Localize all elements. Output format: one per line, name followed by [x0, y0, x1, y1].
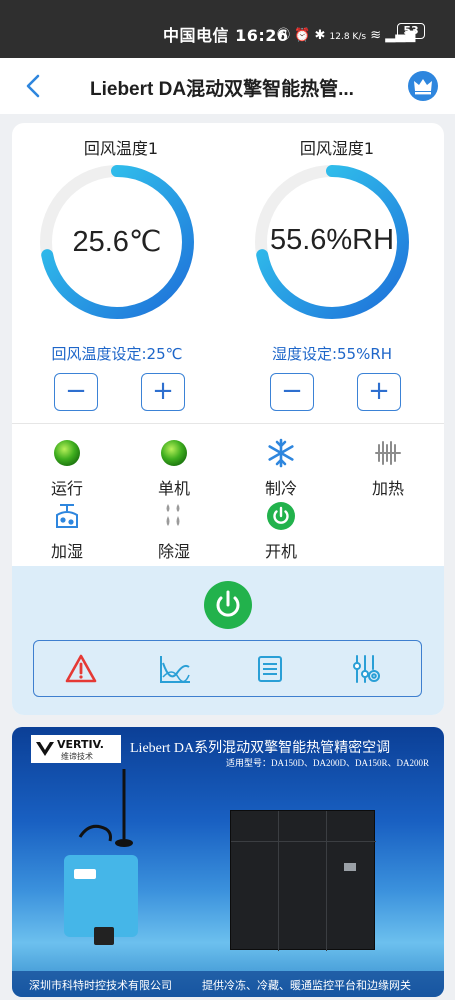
- status-label: 加热: [371, 479, 404, 498]
- status-label: 开机: [264, 542, 297, 561]
- banner-footer: 深圳市科特时控技术有限公司 提供冷冻、冷藏、暖通监控平台和边缘网关: [12, 971, 444, 997]
- power-icon: [216, 590, 240, 617]
- product-banner[interactable]: VERTIV. 维谛技术 Liebert DA系列混动双擎智能热管精密空调 适用…: [12, 727, 444, 997]
- status-humidifying: 加湿: [27, 501, 107, 562]
- list-button[interactable]: [253, 653, 287, 685]
- alarm-button[interactable]: [64, 653, 98, 685]
- status-label: 单机: [157, 479, 190, 498]
- humidity-increase-button[interactable]: +: [357, 373, 401, 411]
- app-header: Liebert DA混动双擎智能热管...: [0, 58, 455, 114]
- status-label: 制冷: [264, 479, 297, 498]
- list-icon: [258, 656, 282, 682]
- page-title: Liebert DA混动双擎智能热管...: [90, 79, 354, 100]
- bluetooth-icon: ✱: [314, 28, 326, 43]
- company-name: 深圳市科特时控技术有限公司: [29, 980, 172, 992]
- dehumidify-icon: [166, 504, 180, 526]
- status-icons: Ⓝ ⏰ ✱ 12.8 K/s ≋ ▂▄▆: [277, 24, 415, 43]
- divider: [12, 423, 444, 424]
- settings-icon: [353, 655, 380, 683]
- wifi-icon: ≋: [370, 28, 382, 43]
- chart-button[interactable]: [158, 653, 192, 685]
- temp-increase-button[interactable]: +: [141, 373, 185, 411]
- status-running: 运行: [27, 438, 107, 499]
- crown-icon: [414, 79, 432, 95]
- banner-title: Liebert DA系列混动双擎智能热管精密空调: [130, 741, 391, 756]
- company-slogan: 提供冷冻、冷藏、暖通监控平台和边缘网关: [202, 980, 411, 992]
- snowflake-icon: [268, 438, 294, 468]
- chevron-left-icon: [26, 74, 40, 98]
- settings-button[interactable]: [349, 653, 383, 685]
- temp-decrease-button[interactable]: −: [54, 373, 98, 411]
- banner-models: 适用型号：DA150D、DA200D、DA150R、DA200R: [226, 758, 430, 768]
- status-power-on: 开机: [241, 501, 321, 562]
- temp-setpoint: 回风温度设定:25℃: [51, 345, 183, 363]
- cable-icon: [78, 824, 112, 842]
- battery-indicator: 53: [397, 23, 425, 39]
- nfc-icon: Ⓝ: [277, 28, 291, 43]
- chart-icon: [160, 656, 190, 683]
- gateway-device: [64, 855, 138, 945]
- humidity-gauge-title: 回风湿度1: [299, 139, 375, 158]
- function-toolbar: [33, 640, 422, 697]
- humidity-setpoint: 湿度设定:55%RH: [271, 345, 393, 363]
- temp-gauge-value: 25.6℃: [72, 226, 162, 258]
- humidity-decrease-button[interactable]: −: [270, 373, 314, 411]
- control-panel: [12, 566, 444, 715]
- green-dot-icon: [54, 440, 80, 466]
- humidifier-icon: [56, 504, 78, 528]
- status-heating: 加热: [348, 438, 428, 499]
- temp-gauge-title: 回风温度1: [83, 139, 159, 158]
- status-bar: 中国电信 16:26 Ⓝ ⏰ ✱ 12.8 K/s ≋ ▂▄▆ 53: [0, 0, 455, 58]
- power-button[interactable]: [204, 581, 252, 629]
- vertiv-logo-mark: [36, 742, 54, 756]
- green-dot-icon: [161, 440, 187, 466]
- alarm-icon: [65, 654, 97, 683]
- status-dehumidifying: 除湿: [134, 501, 214, 562]
- air-conditioner-cabinet: [230, 810, 376, 951]
- net-speed: 12.8 K/s: [329, 32, 367, 42]
- power-on-icon: [267, 502, 295, 530]
- humidity-gauge-value: 55.6%RH: [269, 224, 395, 256]
- status-label: 除湿: [157, 542, 190, 561]
- status-label: 运行: [50, 479, 83, 498]
- status-standalone: 单机: [134, 438, 214, 499]
- main-card: 回风温度1 25.6℃ 回风温度设定:25℃ − + 回风湿度1 55.6%RH…: [12, 123, 444, 715]
- vip-button[interactable]: [408, 71, 438, 101]
- status-label: 加湿: [50, 542, 83, 561]
- back-button[interactable]: [22, 73, 46, 99]
- vertiv-logo: VERTIV. 维谛技术: [31, 735, 121, 763]
- carrier-time: 中国电信 16:26: [163, 26, 289, 45]
- alarm-clock-icon: ⏰: [294, 28, 311, 43]
- heater-icon: [375, 441, 401, 465]
- status-cooling: 制冷: [241, 438, 321, 499]
